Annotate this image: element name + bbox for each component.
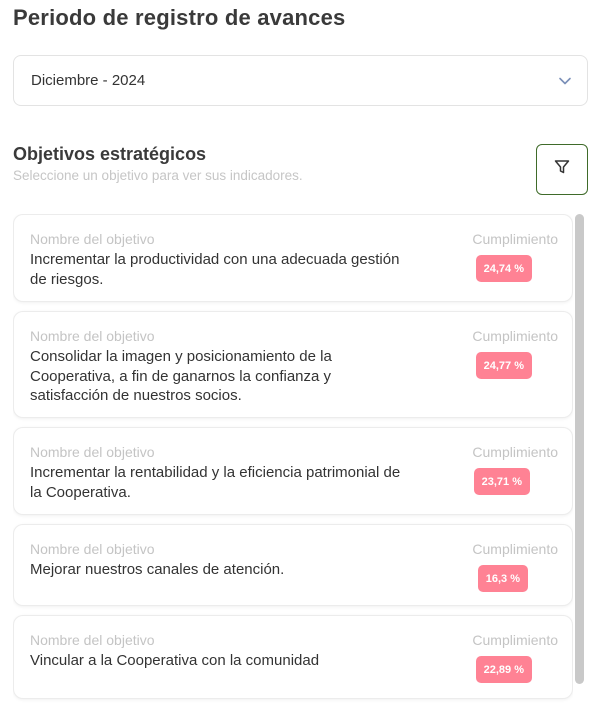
compliance-badge: 24,77 % <box>475 352 532 379</box>
compliance-label: Cumplimiento <box>472 328 558 344</box>
period-select[interactable]: Diciembre - 2024 <box>13 55 588 106</box>
objective-name: Incrementar la productividad con una ade… <box>30 251 400 288</box>
period-select-value: Diciembre - 2024 <box>31 72 146 89</box>
compliance-badge: 22,89 % <box>475 656 532 683</box>
filter-button[interactable] <box>536 144 588 195</box>
page: Periodo de registro de avances Diciembre… <box>0 0 594 705</box>
objective-name-label: Nombre del objetivo <box>30 328 155 344</box>
objectives-subtitle: Seleccione un objetivo para ver sus indi… <box>13 168 303 183</box>
compliance-badge: 16,3 % <box>477 565 528 592</box>
compliance-badge: 23,71 % <box>473 468 530 495</box>
objective-name: Consolidar la imagen y posicionamiento d… <box>30 348 332 404</box>
objective-name-label: Nombre del objetivo <box>30 231 155 247</box>
objective-name: Mejorar nuestros canales de atención. <box>30 561 285 578</box>
objectives-list: Nombre del objetivo Incrementar la produ… <box>13 214 573 705</box>
objective-card[interactable]: Nombre del objetivo Consolidar la imagen… <box>13 311 573 418</box>
compliance-label: Cumplimiento <box>472 632 558 648</box>
compliance-label: Cumplimiento <box>472 231 558 247</box>
objective-card[interactable]: Nombre del objetivo Mejorar nuestros can… <box>13 524 573 606</box>
scrollbar-thumb[interactable] <box>575 214 584 684</box>
page-title: Periodo de registro de avances <box>13 5 346 30</box>
objective-card[interactable]: Nombre del objetivo Incrementar la renta… <box>13 427 573 515</box>
objective-name: Incrementar la rentabilidad y la eficien… <box>30 464 401 501</box>
compliance-label: Cumplimiento <box>472 541 558 557</box>
compliance-badge: 24,74 % <box>475 255 532 282</box>
objective-name: Vincular a la Cooperativa con la comunid… <box>30 652 320 669</box>
objective-card[interactable]: Nombre del objetivo Incrementar la produ… <box>13 214 573 302</box>
chevron-down-icon <box>557 73 573 89</box>
objective-card[interactable]: Nombre del objetivo Vincular a la Cooper… <box>13 615 573 699</box>
filter-icon <box>553 158 571 181</box>
compliance-label: Cumplimiento <box>472 444 558 460</box>
objective-name-label: Nombre del objetivo <box>30 541 155 557</box>
scrollbar[interactable] <box>575 214 584 698</box>
objectives-title: Objetivos estratégicos <box>13 144 207 164</box>
objective-name-label: Nombre del objetivo <box>30 444 155 460</box>
objective-name-label: Nombre del objetivo <box>30 632 155 648</box>
